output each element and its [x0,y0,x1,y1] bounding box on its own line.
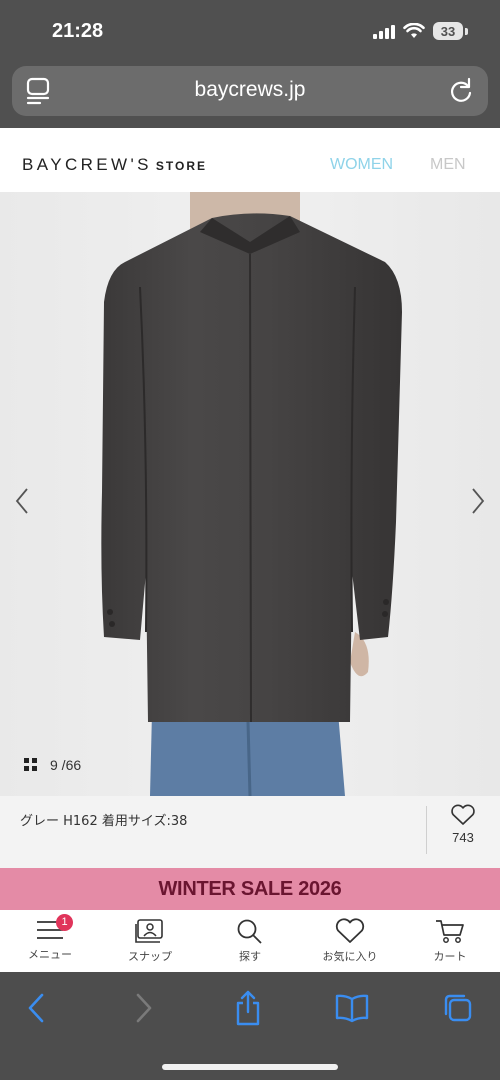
tab-cart[interactable]: カート [400,910,500,972]
browser-top-chrome: 21:28 33 baycrews.jp [0,0,500,128]
home-indicator [162,1064,338,1070]
site-logo[interactable]: BAYCREW'S STORE [22,155,207,175]
address-bar[interactable]: baycrews.jp [12,66,488,116]
share-button[interactable] [228,988,268,1028]
forward-button[interactable] [124,988,164,1028]
share-icon [236,990,260,1026]
tab-favorites[interactable]: お気に入り [300,910,400,972]
tab-snap[interactable]: スナップ [100,910,200,972]
nav-men-link[interactable]: MEN [430,156,466,174]
wifi-icon [403,23,425,38]
logo-main-text: BAYCREW'S [22,155,152,174]
browser-bottom-toolbar [0,972,500,1080]
grid-view-icon[interactable] [24,758,38,772]
previous-image-arrow-icon[interactable] [14,487,30,515]
logo-store-text: STORE [155,159,208,173]
tab-search[interactable]: 探す [200,910,300,972]
sale-banner[interactable]: WINTER SALE 2026 [0,868,500,910]
search-icon [237,919,262,944]
cellular-signal-icon [373,23,395,39]
caption-text: グレー H162 着用サイズ:38 [20,814,188,829]
heart-icon[interactable] [450,804,476,826]
image-counter[interactable]: 9 /66 [24,757,81,773]
favorite-button[interactable]: 743 [446,804,480,845]
back-arrow-icon [28,993,44,1023]
product-image-gallery[interactable]: 9 /66 [0,192,500,796]
image-counter-text: 9 /66 [50,757,82,773]
status-icons: 33 [373,22,468,40]
bookmarks-button[interactable] [332,988,372,1028]
back-button[interactable] [16,988,56,1028]
app-tab-bar: 1 メニュー スナップ 探す お気に入り カート [0,910,500,972]
tab-label: スナップ [128,950,172,963]
battery-indicator: 33 [433,22,463,40]
caption-divider [426,806,427,854]
site-header: BAYCREW'S STORE WOMEN MEN [0,128,500,192]
cart-icon [436,920,464,943]
tab-label: カート [433,950,467,963]
sale-banner-text: WINTER SALE 2026 [158,878,342,900]
tab-menu[interactable]: 1 メニュー [0,910,100,972]
tab-label: メニュー [28,948,72,961]
reload-icon[interactable] [448,77,474,105]
product-photo [0,192,500,796]
image-caption: グレー H162 着用サイズ:38 743 [0,796,500,866]
tabs-button[interactable] [438,988,478,1028]
battery-tip [465,27,468,35]
favorite-count: 743 [452,830,474,845]
menu-notification-badge: 1 [56,914,73,931]
next-image-arrow-icon[interactable] [470,487,486,515]
tab-label: 探す [239,950,261,963]
status-time: 21:28 [52,20,104,42]
url-text[interactable]: baycrews.jp [12,78,488,102]
bookmarks-icon [335,994,369,1023]
heart-icon [335,918,365,943]
nav-women-link[interactable]: WOMEN [330,156,393,174]
tabs-icon [444,994,472,1022]
tab-label: お気に入り [322,950,378,963]
snap-icon [135,919,163,943]
forward-arrow-icon [136,993,152,1023]
